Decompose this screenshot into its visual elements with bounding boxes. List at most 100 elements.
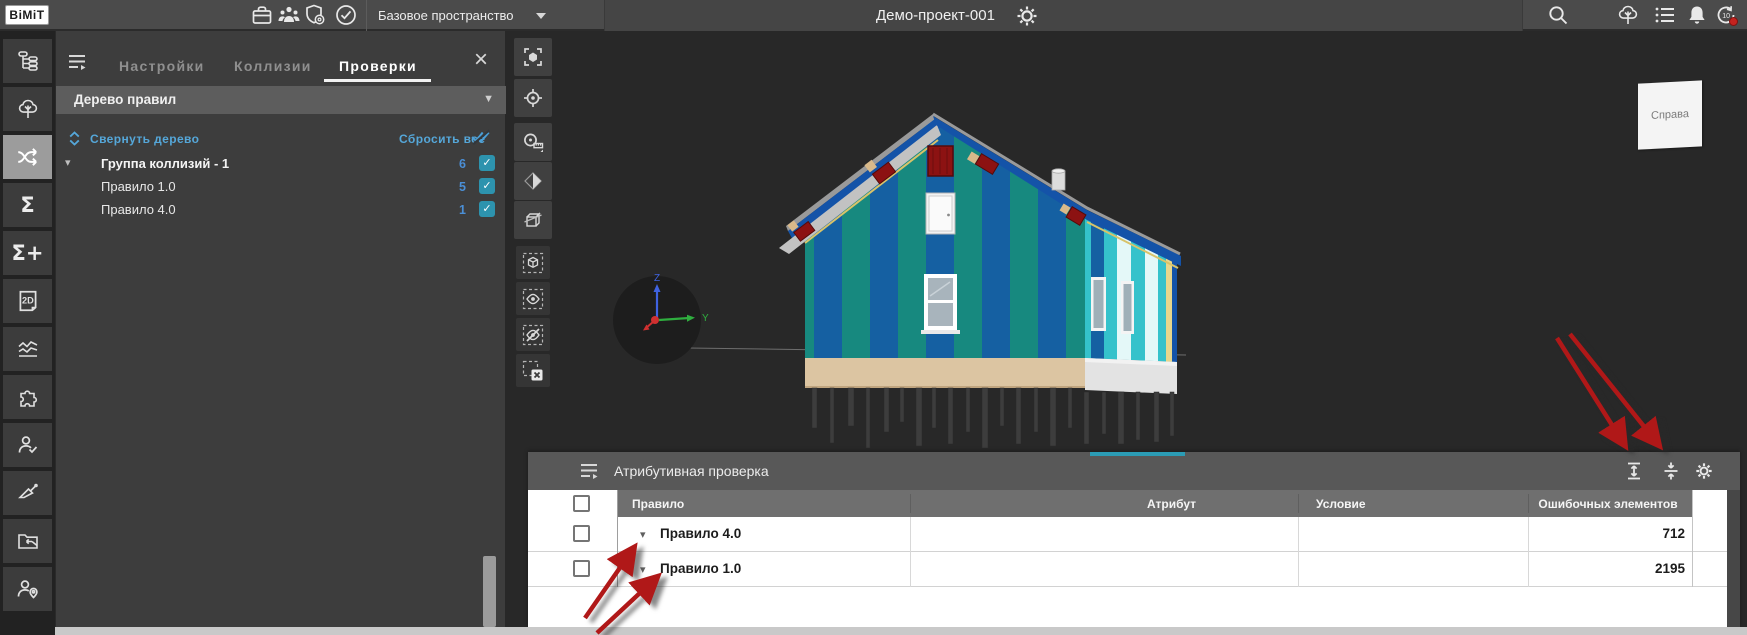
active-tab-underline [324, 79, 431, 82]
rail-item-sheets-2d[interactable]: 2D [3, 279, 52, 323]
rules-tree-title: Дерево правил [74, 92, 176, 107]
search-icon[interactable] [1546, 3, 1570, 27]
panel-scrollbar-thumb[interactable] [483, 556, 496, 627]
team-icon[interactable] [277, 3, 301, 27]
rail-item-collisions[interactable] [3, 135, 52, 179]
left-toolbar-rail: Σ Σ+ 2D [0, 31, 55, 635]
tool-section-box[interactable] [514, 201, 552, 239]
sigma-icon: Σ [20, 193, 34, 217]
rail-item-structure[interactable] [3, 39, 52, 83]
tree-row-checkbox[interactable]: ✓ [479, 155, 495, 171]
row-errors-value: 2195 [1528, 561, 1685, 576]
table-row[interactable]: ▾ Правило 4.0 712 [528, 517, 1727, 552]
tree-row-checkbox[interactable]: ✓ [479, 201, 495, 217]
table-settings-gear-icon[interactable] [1694, 461, 1714, 481]
tool-clear-selection[interactable] [516, 354, 550, 387]
tool-hide-elements[interactable] [516, 318, 550, 351]
column-condition[interactable]: Условие [1316, 497, 1366, 511]
axis-z-label: Z [654, 273, 660, 284]
caret-down-icon[interactable]: ▾ [640, 563, 646, 576]
tree-row-label[interactable]: Правило 1.0 [101, 179, 176, 194]
rail-item-sum[interactable]: Σ [3, 183, 52, 227]
collapse-rows-icon[interactable] [1661, 461, 1681, 481]
row-checkbox[interactable] [573, 560, 590, 577]
table-row[interactable]: ▾ Правило 1.0 2195 [528, 552, 1727, 587]
viewcube-face[interactable]: Справа [1638, 80, 1702, 149]
table-scrollbar-track[interactable] [1727, 490, 1740, 627]
viewport-3d[interactable]: Z Y Справа Атрибутивная проверка [505, 31, 1747, 627]
rail-item-user-check[interactable] [3, 423, 52, 467]
rail-item-folder-export[interactable] [3, 519, 52, 563]
tab-settings[interactable]: Настройки [119, 58, 205, 74]
tree-row-count: 5 [434, 180, 466, 194]
2d-label: 2D [22, 296, 34, 306]
reset-all-icon[interactable] [471, 129, 491, 146]
building-model-3d [685, 81, 1195, 461]
tree-row-group[interactable]: ▾ Группа коллизий - 1 6 ✓ [56, 152, 506, 175]
project-settings-gear-icon[interactable] [1015, 4, 1039, 28]
column-attribute[interactable]: Атрибут [1147, 497, 1196, 511]
panel-drag-handle[interactable] [1090, 452, 1185, 456]
chevron-down-icon: ▼ [483, 93, 494, 105]
rail-item-construction[interactable] [3, 471, 52, 515]
caret-down-icon[interactable]: ▾ [640, 528, 646, 541]
tab-collisions[interactable]: Коллизии [234, 58, 312, 74]
row-rule-label[interactable]: Правило 4.0 [660, 526, 741, 541]
tree-row-count: 6 [434, 157, 466, 171]
check-circle-icon[interactable] [334, 3, 358, 27]
project-title: Демо-проект-001 [876, 7, 995, 24]
tree-icon[interactable] [1616, 3, 1640, 27]
column-rule[interactable]: Правило [632, 497, 684, 511]
sigma-plus-icon: Σ+ [12, 241, 44, 265]
tree-row-count: 1 [434, 203, 466, 217]
rail-item-user-location[interactable] [3, 567, 52, 611]
tree-row-checkbox[interactable]: ✓ [479, 178, 495, 194]
tool-show-elements[interactable] [516, 282, 550, 315]
tool-measure[interactable] [514, 123, 552, 161]
rail-item-plugins[interactable] [3, 375, 52, 419]
attribute-check-panel: Атрибутивная проверка [528, 452, 1740, 627]
rail-item-charts[interactable] [3, 327, 52, 371]
table-header-row: Правило Атрибут Условие Ошибочных элемен… [528, 490, 1740, 517]
panel-menu-icon[interactable] [580, 461, 600, 481]
rail-item-sum-add[interactable]: Σ+ [3, 231, 52, 275]
collapse-tree-icon[interactable] [68, 131, 81, 146]
briefcase-icon[interactable] [250, 3, 274, 27]
rules-tree-header[interactable]: Дерево правил ▼ [56, 86, 506, 114]
topbar-middle-segment [604, 0, 1523, 31]
attribute-panel-header: Атрибутивная проверка [528, 452, 1740, 490]
workspace-selector[interactable]: Базовое пространство [378, 8, 514, 23]
tree-row-label[interactable]: Правило 4.0 [101, 202, 176, 217]
tool-zoom-fit[interactable] [514, 38, 552, 76]
attribute-panel-title: Атрибутивная проверка [614, 463, 769, 479]
axis-gizmo[interactable]: Z Y [605, 271, 725, 381]
tool-locate[interactable] [514, 79, 552, 117]
row-rule-label[interactable]: Правило 1.0 [660, 561, 741, 576]
close-icon[interactable]: × [474, 48, 488, 72]
rail-item-model-tree[interactable] [3, 87, 52, 131]
topbar-separator [366, 0, 367, 31]
panel-menu-icon[interactable] [68, 53, 88, 71]
bottom-edge-strip [55, 627, 1747, 635]
collapse-tree-link[interactable]: Свернуть дерево [90, 132, 199, 146]
bell-icon[interactable] [1685, 3, 1709, 27]
row-checkbox[interactable] [573, 525, 590, 542]
notification-badge [1729, 17, 1738, 26]
column-errors[interactable]: Ошибочных элементов [1528, 497, 1688, 511]
tree-row-label[interactable]: Группа коллизий - 1 [101, 156, 229, 171]
shield-badge-icon[interactable] [303, 3, 327, 27]
expand-rows-icon[interactable] [1624, 461, 1644, 481]
chevron-down-icon[interactable] [536, 13, 546, 19]
tree-row-rule[interactable]: Правило 1.0 5 ✓ [56, 175, 506, 198]
row-errors-value: 712 [1528, 526, 1685, 541]
tree-row-rule[interactable]: Правило 4.0 1 ✓ [56, 198, 506, 221]
tab-checks[interactable]: Проверки [339, 58, 417, 74]
top-bar: BiMiT Базовое пространство Демо-проект-0… [0, 0, 1747, 31]
tool-select-box[interactable] [516, 246, 550, 279]
app-logo[interactable]: BiMiT [5, 5, 49, 25]
checks-panel: Настройки Коллизии Проверки × Дерево пра… [55, 31, 505, 627]
select-all-checkbox[interactable] [573, 495, 590, 512]
caret-down-icon[interactable]: ▾ [65, 156, 71, 169]
list-icon[interactable] [1653, 3, 1677, 27]
tool-section-plane[interactable] [514, 162, 552, 200]
